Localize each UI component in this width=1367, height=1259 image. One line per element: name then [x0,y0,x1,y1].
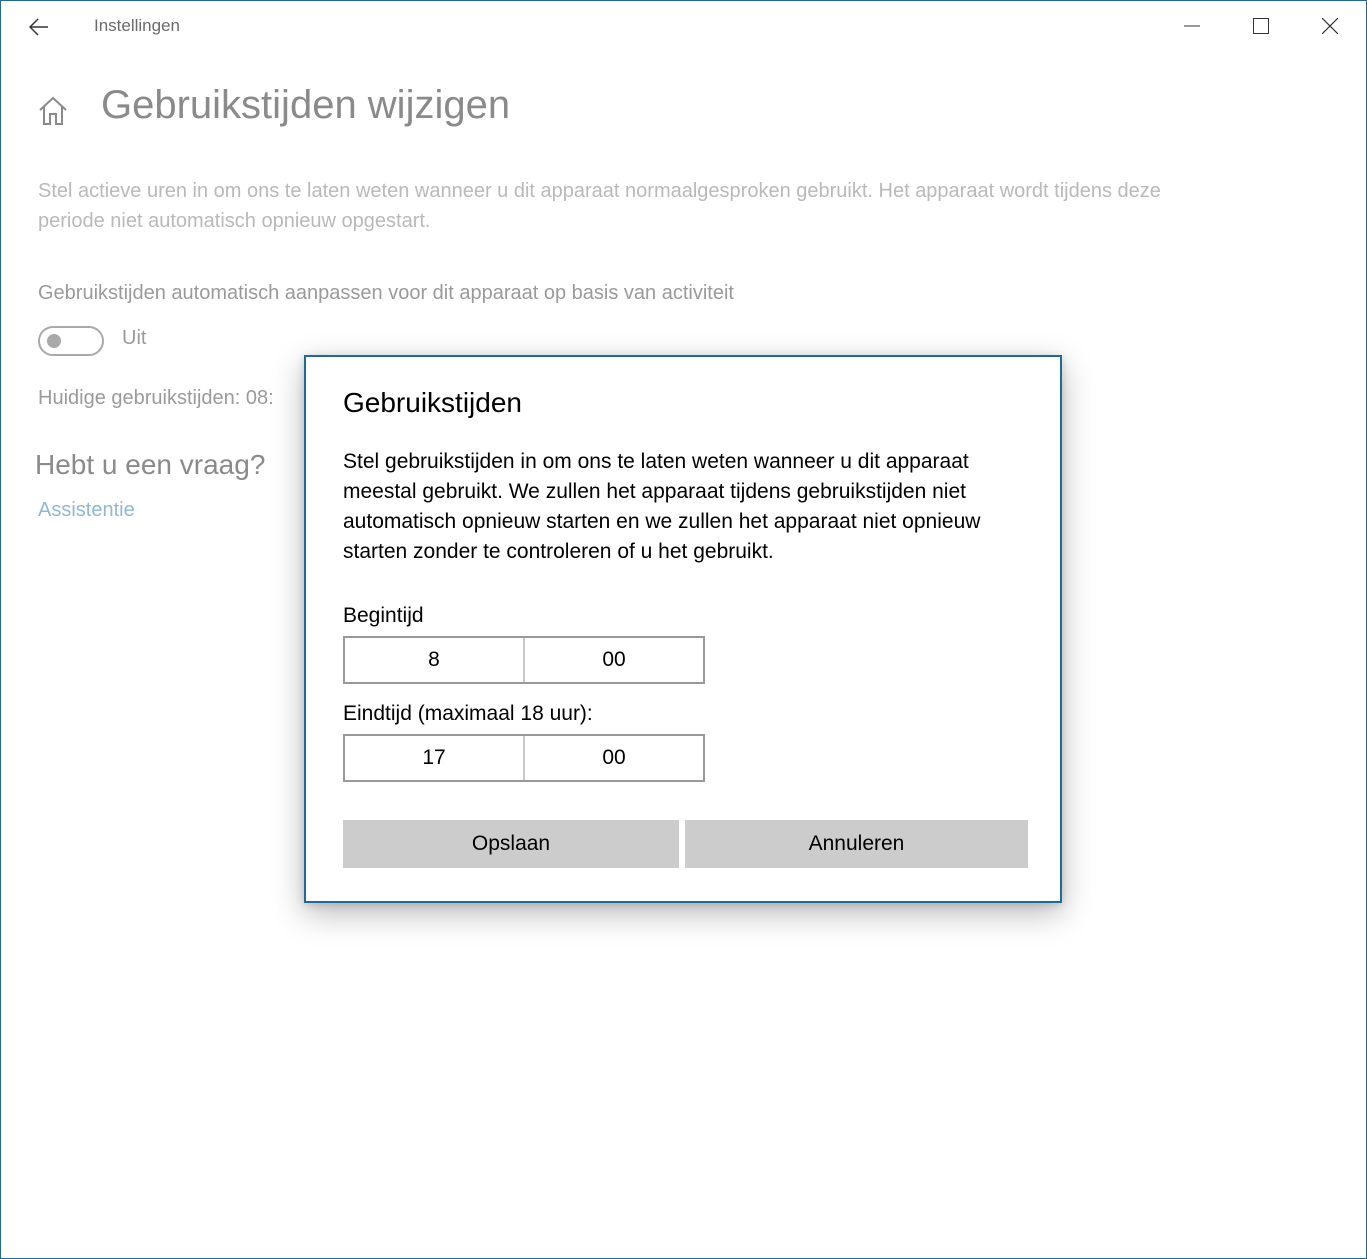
cancel-button[interactable]: Annuleren [685,820,1028,868]
save-button[interactable]: Opslaan [343,820,679,868]
end-hour[interactable]: 17 [345,736,523,780]
help-link[interactable]: Assistentie [38,499,135,522]
dialog-title: Gebruikstijden [343,387,522,418]
settings-window: Instellingen Gebruikstijden wijzigen Ste… [0,0,1367,1259]
home-icon[interactable] [37,93,69,127]
page-title: Gebruikstijden wijzigen [101,83,511,127]
auto-adjust-toggle[interactable] [38,326,104,356]
start-time-picker[interactable]: 8 00 [343,636,705,684]
start-time-label: Begintijd [343,604,424,627]
page-description: Stel actieve uren in om ons te laten wet… [38,180,1161,232]
end-minute[interactable]: 00 [523,736,703,780]
end-time-label: Eindtijd (maximaal 18 uur): [343,702,593,725]
auto-adjust-label: Gebruikstijden automatisch aanpassen voo… [38,282,734,304]
current-hours-text: Huidige gebruikstijden: 08: [38,387,274,409]
dialog-description: Stel gebruikstijden in om ons te laten w… [343,450,981,563]
active-hours-dialog: Gebruikstijden Stel gebruikstijden in om… [304,355,1062,903]
end-time-picker[interactable]: 17 00 [343,734,705,782]
toggle-knob [47,334,61,348]
start-hour[interactable]: 8 [345,638,523,682]
question-heading: Hebt u een vraag? [35,449,266,480]
toggle-state-label: Uit [122,327,147,349]
start-minute[interactable]: 00 [523,638,703,682]
